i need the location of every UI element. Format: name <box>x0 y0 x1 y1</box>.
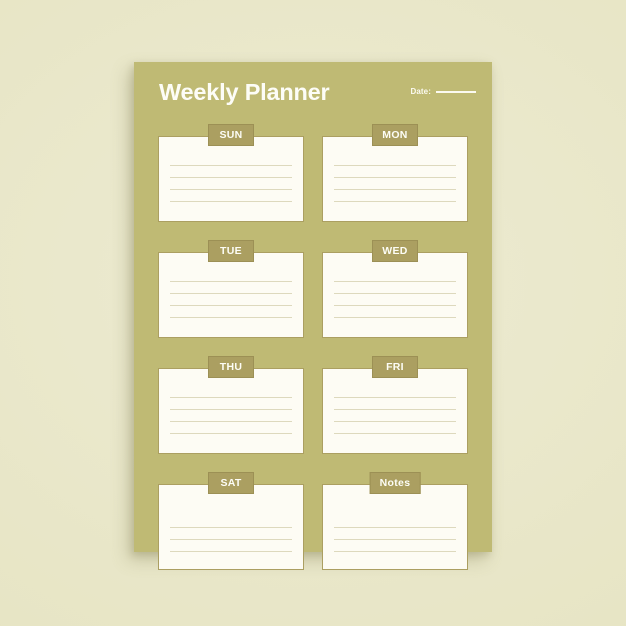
card-tab-label: THU <box>219 360 243 373</box>
card-slot-notes: Notes <box>322 472 468 576</box>
writing-line[interactable] <box>334 201 456 202</box>
card-tab-thu: THU <box>208 356 254 378</box>
card-notes[interactable] <box>322 484 468 570</box>
writing-line[interactable] <box>334 409 456 410</box>
card-writing-lines <box>170 165 292 202</box>
card-sat[interactable] <box>158 484 304 570</box>
card-tab-label: Notes <box>379 476 411 489</box>
card-tab-sat: SAT <box>208 472 254 494</box>
card-tab-mon: MON <box>372 124 418 146</box>
card-writing-lines <box>334 165 456 202</box>
writing-line[interactable] <box>334 281 456 282</box>
card-tab-label: FRI <box>386 360 404 373</box>
card-wed[interactable] <box>322 252 468 338</box>
writing-line[interactable] <box>334 527 456 528</box>
card-tab-notes: Notes <box>369 472 421 494</box>
card-tab-sun: SUN <box>208 124 254 146</box>
card-slot-wed: WED <box>322 240 468 344</box>
writing-line[interactable] <box>170 539 292 540</box>
card-writing-lines <box>170 281 292 318</box>
card-sun[interactable] <box>158 136 304 222</box>
card-tab-label: MON <box>382 128 408 141</box>
card-tab-label: SUN <box>219 128 243 141</box>
writing-line[interactable] <box>334 433 456 434</box>
writing-line[interactable] <box>334 397 456 398</box>
card-tue[interactable] <box>158 252 304 338</box>
writing-line[interactable] <box>334 177 456 178</box>
card-slot-sat: SAT <box>158 472 304 576</box>
planner-canvas: Weekly Planner Date: SUN MON TUE WED THU FRI S… <box>0 0 626 626</box>
writing-line[interactable] <box>334 317 456 318</box>
writing-line[interactable] <box>170 551 292 552</box>
date-input-rule[interactable] <box>436 91 476 93</box>
writing-line[interactable] <box>170 409 292 410</box>
writing-line[interactable] <box>334 293 456 294</box>
page-title: Weekly Planner <box>159 79 330 105</box>
date-field-group[interactable]: Date: <box>410 88 476 96</box>
card-slot-fri: FRI <box>322 356 468 460</box>
card-thu[interactable] <box>158 368 304 454</box>
writing-line[interactable] <box>170 201 292 202</box>
writing-line[interactable] <box>170 281 292 282</box>
date-label: Date: <box>410 87 431 96</box>
card-tab-fri: FRI <box>372 356 418 378</box>
writing-line[interactable] <box>334 165 456 166</box>
writing-line[interactable] <box>170 527 292 528</box>
writing-line[interactable] <box>170 293 292 294</box>
writing-line[interactable] <box>170 177 292 178</box>
day-card-grid: SUN MON TUE WED THU FRI SAT Notes <box>158 124 468 576</box>
card-writing-lines <box>170 527 292 552</box>
card-tab-label: SAT <box>220 476 242 489</box>
writing-line[interactable] <box>170 421 292 422</box>
card-slot-sun: SUN <box>158 124 304 228</box>
card-writing-lines <box>334 527 456 552</box>
card-mon[interactable] <box>322 136 468 222</box>
writing-line[interactable] <box>170 165 292 166</box>
writing-line[interactable] <box>334 189 456 190</box>
writing-line[interactable] <box>170 397 292 398</box>
card-tab-label: WED <box>382 244 408 257</box>
card-writing-lines <box>170 397 292 434</box>
planner-page: Weekly Planner Date: SUN MON TUE WED THU FRI S… <box>134 62 492 570</box>
card-slot-tue: TUE <box>158 240 304 344</box>
writing-line[interactable] <box>170 189 292 190</box>
card-tab-label: TUE <box>220 244 242 257</box>
card-fri[interactable] <box>322 368 468 454</box>
writing-line[interactable] <box>170 433 292 434</box>
card-writing-lines <box>334 281 456 318</box>
card-writing-lines <box>334 397 456 434</box>
card-tab-wed: WED <box>372 240 418 262</box>
writing-line[interactable] <box>334 539 456 540</box>
writing-line[interactable] <box>334 305 456 306</box>
planner-header: Weekly Planner Date: <box>134 62 492 124</box>
card-slot-mon: MON <box>322 124 468 228</box>
card-tab-tue: TUE <box>208 240 254 262</box>
writing-line[interactable] <box>170 317 292 318</box>
card-slot-thu: THU <box>158 356 304 460</box>
writing-line[interactable] <box>334 551 456 552</box>
writing-line[interactable] <box>170 305 292 306</box>
writing-line[interactable] <box>334 421 456 422</box>
